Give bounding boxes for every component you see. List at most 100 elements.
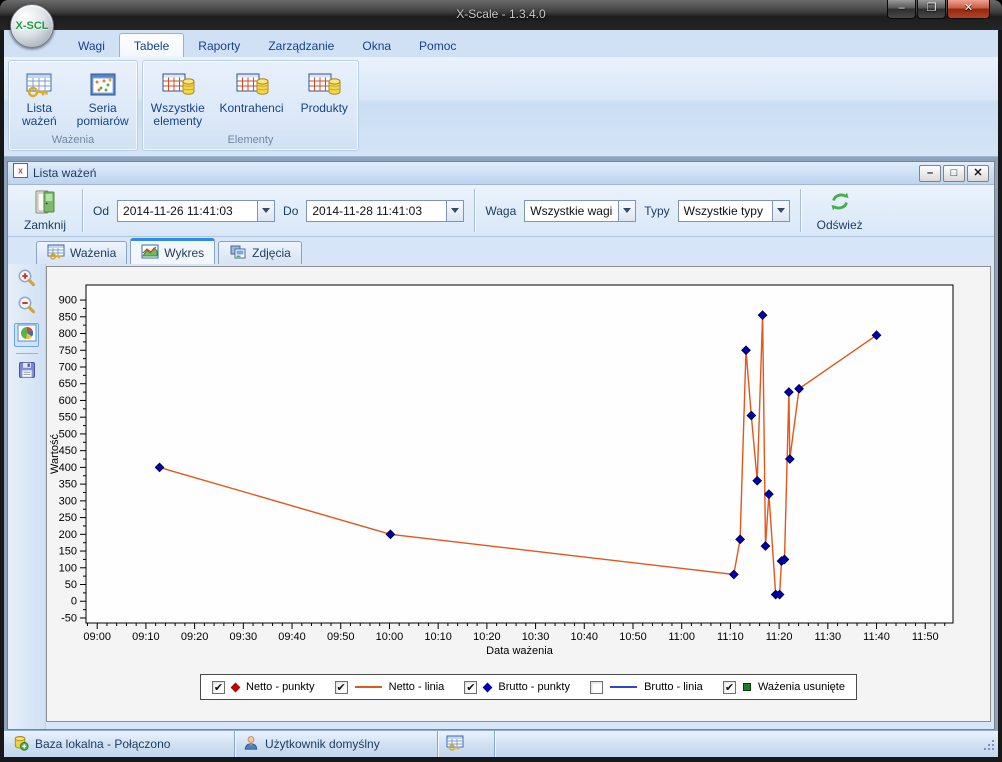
legend-marker-diamond-icon [483, 682, 493, 692]
window-controls: – ❐ ✕ [886, 0, 990, 19]
doc-window-title: Lista ważeń [33, 166, 917, 180]
photos-icon [229, 244, 247, 263]
zoom-in-button[interactable] [14, 269, 39, 293]
door-icon [32, 189, 58, 218]
save-icon [17, 360, 37, 385]
svg-text:10:00: 10:00 [376, 631, 404, 643]
svg-text:0: 0 [71, 596, 77, 608]
svg-text:650: 650 [59, 378, 77, 390]
doc-close-button[interactable]: ✕ [967, 165, 989, 182]
waga-combo[interactable]: Wszystkie wagi [524, 200, 636, 222]
tab-wykres[interactable]: Wykres [130, 238, 215, 264]
ribbon-tab-pomoc[interactable]: Pomoc [405, 34, 470, 57]
doc-maximize-button[interactable]: □ [943, 165, 965, 182]
svg-text:50: 50 [65, 579, 77, 591]
legend-checkbox-1[interactable]: ✔ [335, 681, 348, 694]
legend-label: Brutto - punkty [498, 681, 570, 693]
od-date-combo[interactable]: 2014-11-26 11:41:03 [117, 200, 275, 222]
svg-text:11:50: 11:50 [912, 631, 939, 643]
do-date-combo[interactable]: 2014-11-28 11:41:03 [306, 200, 464, 222]
wszystkie-elementy-button[interactable]: Wszystkie elementy [146, 66, 210, 131]
legend-label: Brutto - linia [644, 681, 703, 693]
svg-text:10:20: 10:20 [473, 631, 501, 643]
svg-text:11:40: 11:40 [863, 631, 890, 643]
svg-text:10:30: 10:30 [522, 631, 550, 643]
legend-label: Netto - linia [389, 681, 445, 693]
chart-style-button[interactable] [14, 323, 39, 347]
scatter-chart-icon [88, 68, 118, 102]
legend-marker-line-icon [610, 686, 637, 688]
typy-label: Typy [644, 204, 669, 218]
tab-zdjecia[interactable]: Zdjęcia [218, 241, 302, 264]
svg-text:09:30: 09:30 [230, 631, 258, 643]
lista-wazen-button[interactable]: Lista ważeń [10, 66, 68, 131]
table-key-small-icon [446, 735, 464, 754]
doc-title-bar[interactable]: X Lista ważeń – □ ✕ [8, 162, 994, 185]
svg-text:09:50: 09:50 [327, 631, 355, 643]
svg-text:09:20: 09:20 [181, 631, 209, 643]
svg-text:09:00: 09:00 [83, 631, 111, 643]
svg-text:10:50: 10:50 [619, 631, 647, 643]
tab-wazenia[interactable]: Ważenia [36, 241, 127, 264]
minimize-button[interactable]: – [887, 0, 916, 19]
svg-text:900: 900 [59, 295, 77, 307]
chevron-down-icon[interactable] [257, 201, 274, 221]
doc-minimize-button[interactable]: – [919, 165, 941, 182]
svg-text:250: 250 [59, 512, 77, 524]
od-label: Od [93, 204, 109, 218]
legend-item: ✔ Netto - punkty [212, 681, 314, 694]
legend-checkbox-2[interactable]: ✔ [464, 681, 477, 694]
resize-grip[interactable] [982, 738, 996, 755]
toolbar-separator [474, 189, 475, 232]
svg-text:150: 150 [59, 546, 77, 558]
legend-checkbox-0[interactable]: ✔ [212, 681, 225, 694]
odswiez-button[interactable]: Odśwież [811, 188, 869, 233]
ribbon-tab-okna[interactable]: Okna [348, 34, 405, 57]
restore-button[interactable]: ❐ [917, 0, 946, 19]
legend-label: Ważenia usunięte [758, 681, 845, 693]
toolbar-separator [82, 189, 83, 232]
save-button[interactable] [14, 360, 39, 384]
chevron-down-icon[interactable] [446, 201, 463, 221]
zamknij-button[interactable]: Zamknij [18, 188, 72, 233]
ribbon-tab-wagi[interactable]: Wagi [64, 34, 119, 57]
group-label-elementy: Elementy [143, 134, 358, 150]
kontrahenci-button[interactable]: Kontrahenci [213, 66, 291, 117]
legend-label: Netto - punkty [246, 681, 314, 693]
chart-canvas[interactable]: -500501001502002503003504004505005506006… [47, 267, 993, 672]
svg-text:700: 700 [59, 361, 77, 373]
zoom-in-icon [16, 268, 38, 295]
chevron-down-icon[interactable] [772, 201, 789, 221]
legend-marker-diamond-icon [231, 682, 241, 692]
svg-text:Data ważenia: Data ważenia [486, 645, 554, 657]
zoom-out-button[interactable] [14, 296, 39, 320]
produkty-button[interactable]: Produkty [293, 66, 355, 117]
ribbon-tab-raporty[interactable]: Raporty [184, 34, 254, 57]
svg-text:800: 800 [59, 328, 77, 340]
chevron-down-icon[interactable] [618, 201, 635, 221]
close-button[interactable]: ✕ [947, 0, 990, 19]
doc-window-icon: X [13, 163, 28, 183]
legend-checkbox-4[interactable]: ✔ [723, 681, 736, 694]
ribbon-group-elementy: Wszystkie elementy Kontrahenci Produkty … [142, 60, 359, 151]
svg-text:11:10: 11:10 [717, 631, 744, 643]
svg-text:09:40: 09:40 [278, 631, 306, 643]
svg-text:750: 750 [59, 345, 77, 357]
mdi-area: X Lista ważeń – □ ✕ Zamknij Od 2014-11-2… [4, 157, 998, 730]
lista-wazen-window: X Lista ważeń – □ ✕ Zamknij Od 2014-11-2… [7, 161, 995, 730]
refresh-icon [826, 189, 854, 218]
table-db-icon [161, 68, 195, 102]
title-bar[interactable]: X-Scale - 1.3.4.0 [0, 0, 1002, 30]
svg-text:200: 200 [59, 529, 77, 541]
ribbon-tab-tabele[interactable]: Tabele [119, 33, 184, 57]
do-label: Do [283, 204, 298, 218]
table-key-small-icon [47, 244, 65, 263]
svg-text:10:10: 10:10 [424, 631, 452, 643]
ribbon-tab-zarzadzanie[interactable]: Zarządzanie [254, 34, 348, 57]
legend-checkbox-3[interactable] [590, 681, 603, 694]
legend-marker-square-icon [743, 683, 751, 691]
typy-combo[interactable]: Wszystkie typy [678, 200, 790, 222]
status-separator [494, 731, 495, 757]
seria-pomiarow-button[interactable]: Seria pomiarów [70, 66, 136, 131]
svg-text:350: 350 [59, 479, 77, 491]
